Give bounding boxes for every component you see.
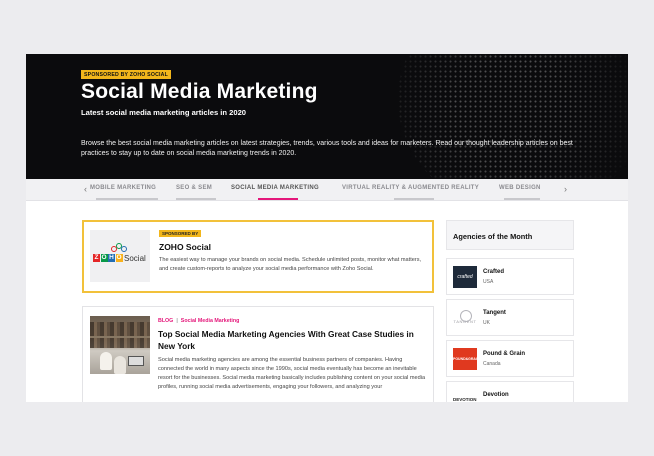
sponsored-badge: SPONSORED BY [159,230,202,237]
agency-country: Canada [483,361,501,367]
tab-mobile-marketing[interactable]: MOBILE MARKETING [90,185,156,191]
article-title[interactable]: Top Social Media Marketing Agencies With… [158,328,430,352]
agency-name: Tangent [483,310,506,316]
agency-name: Crafted [483,269,505,275]
agency-item[interactable]: TANGENT Tangent UK [446,299,574,336]
sponsored-card[interactable]: Z O H O Social SPONSORED BY ZOHO Social … [82,220,434,293]
agency-country: USA [483,279,494,285]
agency-name: Devotion [483,392,509,398]
page-frame: SPONSORED BY ZOHO SOCIAL Social Media Ma… [26,54,628,402]
chevron-left-icon[interactable]: ‹ [84,184,87,194]
page-subtitle: Latest social media marketing articles i… [81,108,247,117]
article-card[interactable]: BLOG | Social Media Marketing Top Social M… [82,306,434,402]
agency-name: Pound & Grain [483,351,525,357]
sidebar-header: Agencies of the Month [446,220,574,250]
article-tag-link[interactable]: Social Media Marketing [181,318,240,324]
tab-underline [504,198,540,200]
meta-separator: | [176,318,178,324]
hero-banner: SPONSORED BY ZOHO SOCIAL Social Media Ma… [26,54,628,179]
tab-seo-sem[interactable]: SEO & SEM [176,185,212,191]
tab-underline-active [258,198,298,200]
tab-web-design[interactable]: WEB DESIGN [499,185,541,191]
tab-social-media-marketing[interactable]: SOCIAL MEDIA MARKETING [231,185,319,191]
zoho-wordmark: Z O H O [93,254,123,262]
tab-underline [96,198,158,200]
dotted-globe-graphic [398,54,628,179]
article-thumbnail[interactable] [90,316,150,374]
agency-logo-tangent: TANGENT [453,307,477,329]
sidebar-title: Agencies of the Month [453,232,533,241]
page-description: Browse the best social media marketing a… [81,140,573,157]
zoho-social-icon [111,243,129,253]
chevron-right-icon[interactable]: › [564,184,567,194]
tab-underline [176,198,216,200]
article-meta: BLOG | Social Media Marketing [158,318,239,324]
sponsored-description: The easiest way to manage your brands on… [159,257,422,272]
zoho-logo-social-text: Social [124,254,146,263]
article-description: Social media marketing agencies are amon… [158,357,426,390]
agency-item[interactable]: POUND&GRAIN Pound & Grain Canada [446,340,574,377]
agency-item[interactable]: crafted Crafted USA [446,258,574,295]
agency-logo-devotion: DEVOTION [453,389,477,402]
tab-vr-ar[interactable]: VIRTUAL REALITY & AUGMENTED REALITY [342,185,479,191]
sponsor-tag[interactable]: SPONSORED BY ZOHO SOCIAL [81,70,171,79]
page-title: Social Media Marketing [81,80,318,103]
agency-logo-crafted: crafted [453,266,477,288]
article-category-link[interactable]: BLOG [158,318,173,324]
category-tabs: ‹ MOBILE MARKETING SEO & SEM SOCIAL MEDI… [26,179,628,201]
zoho-social-logo: Z O H O Social [90,230,150,282]
agencies-sidebar: Agencies of the Month crafted Crafted US… [446,220,574,402]
agency-logo-pound-grain: POUND&GRAIN [453,348,479,370]
sponsored-title[interactable]: ZOHO Social [159,242,211,252]
agency-country: UK [483,320,490,326]
agency-item[interactable]: DEVOTION Devotion [446,381,574,402]
tab-underline [394,198,434,200]
